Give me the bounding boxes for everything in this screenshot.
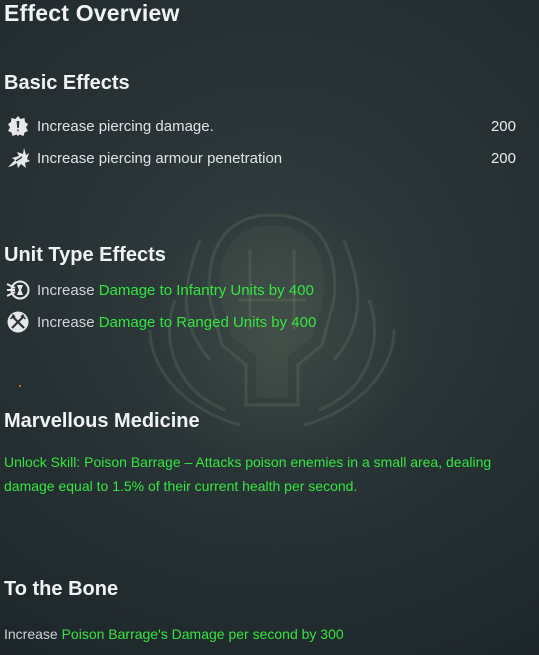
basic-effect-row: Increase piercing armour penetration 200 (6, 146, 516, 170)
ember-particle (19, 385, 21, 387)
page-title: Effect Overview (4, 0, 180, 26)
basic-effect-label: Increase piercing armour penetration (37, 149, 283, 167)
to-the-bone-prefix: Increase (4, 626, 62, 642)
unit-type-effect-row: Increase Damage to Infantry Units by 400 (6, 278, 516, 302)
marvellous-medicine-description: Unlock Skill: Poison Barrage – Attacks p… (4, 454, 492, 494)
unit-type-effect-prefix: Increase (37, 313, 99, 331)
marvellous-medicine-heading: Marvellous Medicine (4, 410, 200, 432)
unit-type-effect-highlight: Damage to Infantry Units by 400 (98, 281, 314, 299)
basic-effect-value: 200 (490, 149, 516, 167)
infantry-damage-icon (6, 278, 30, 302)
unit-type-effect-highlight: Damage to Ranged Units by 400 (98, 313, 317, 331)
basic-effect-row: Increase piercing damage. 200 (6, 114, 516, 138)
ranged-damage-icon (6, 310, 30, 334)
basic-effect-label: Increase piercing damage. (37, 117, 214, 135)
basic-effects-heading: Basic Effects (4, 72, 130, 94)
unit-type-effect-prefix: Increase (37, 281, 99, 299)
armour-penetration-icon (6, 146, 30, 170)
to-the-bone-heading: To the Bone (4, 578, 119, 600)
to-the-bone-highlight: Poison Barrage's Damage per second by 30… (61, 626, 344, 642)
piercing-damage-icon (6, 114, 30, 138)
unit-type-effects-heading: Unit Type Effects (4, 244, 166, 266)
basic-effect-value: 200 (490, 117, 516, 135)
to-the-bone-row: Increase Poison Barrage's Damage per sec… (4, 622, 514, 646)
unit-type-effect-row: Increase Damage to Ranged Units by 400 (6, 310, 516, 334)
